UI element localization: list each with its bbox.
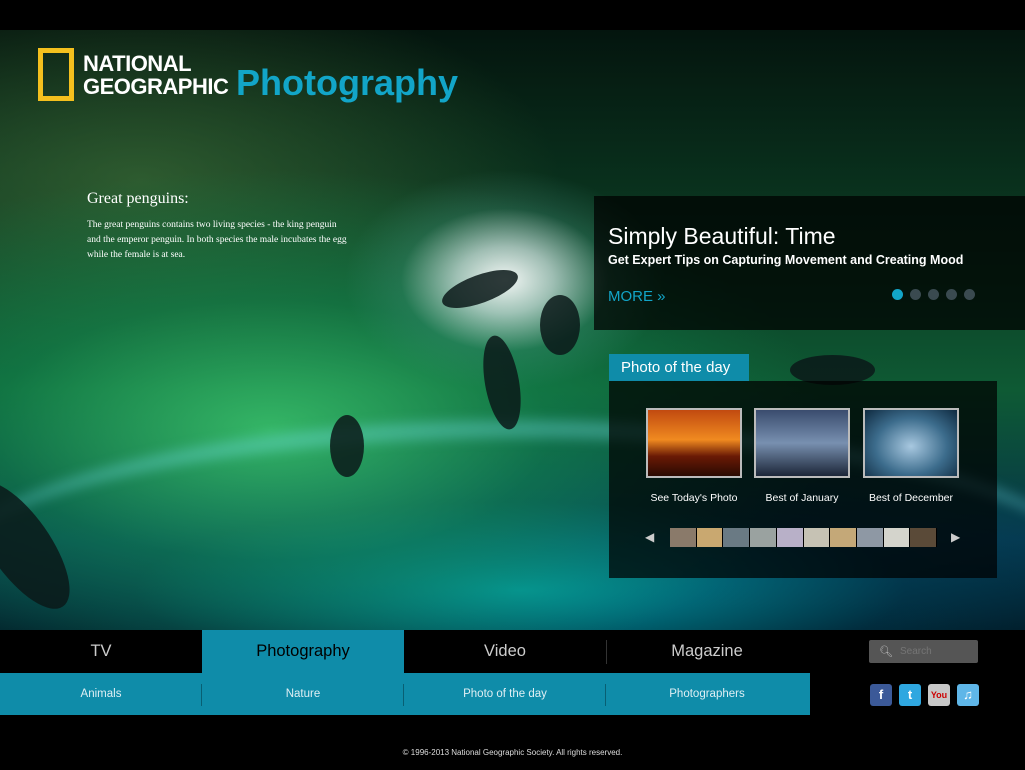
logo-line2: GEOGRAPHIC [83,73,229,99]
penguin [540,295,580,355]
strip-thumb[interactable] [883,528,911,547]
search-box[interactable]: 🔍︎ [869,640,982,663]
main-nav: TV Photography Video Magazine [0,630,810,673]
nav-item-photography[interactable]: Photography [202,630,404,673]
feature-panel: Simply Beautiful: Time Get Expert Tips o… [594,196,1025,330]
nav-item-tv[interactable]: TV [0,630,202,673]
strip-thumb[interactable] [830,528,857,547]
nav-item-video[interactable]: Video [404,630,607,673]
subnav-label: Nature [285,688,321,700]
thumbnail-today[interactable] [646,408,742,478]
subnav-label: Photographers [669,688,745,700]
penguin [477,332,527,433]
top-bar [0,0,1025,30]
carousel-dot[interactable] [910,289,921,300]
nav-item-magazine[interactable]: Magazine [606,630,808,673]
carousel-dot[interactable] [892,289,903,300]
search-icon: 🔍︎ [879,646,893,658]
facebook-icon[interactable]: f [870,684,892,706]
photo-caption: Great penguins: The great penguins conta… [87,190,347,263]
sub-nav: Animals Nature Photo of the day Photogra… [0,673,810,715]
subnav-item-photo-of-the-day[interactable]: Photo of the day [404,673,606,715]
nav-label: Photography [256,642,350,660]
thumbnail-strip[interactable] [670,528,938,547]
carousel-dot[interactable] [964,289,975,300]
copyright: © 1996-2013 National Geographic Society.… [402,748,623,757]
strip-thumb[interactable] [803,528,831,547]
prev-arrow-icon[interactable]: ◀ [645,530,654,544]
strip-thumb[interactable] [723,528,751,547]
strip-thumb[interactable] [910,528,938,547]
strip-thumb[interactable] [750,528,777,547]
more-link[interactable]: MORE » [608,288,666,305]
search-input[interactable] [897,645,982,658]
photo-of-day-panel: See Today's Photo Best of January Best o… [609,381,997,578]
penguin [437,262,523,316]
twitter-icon[interactable]: t [899,684,921,706]
penguin [330,415,364,477]
subnav-item-photographers[interactable]: Photographers [606,673,808,715]
carousel-dot[interactable] [946,289,957,300]
thumbnail-label[interactable]: Best of January [743,492,861,504]
photo-of-day-tab[interactable]: Photo of the day [609,354,749,381]
itunes-icon[interactable]: ♫ [957,684,979,706]
strip-thumb[interactable] [670,528,697,547]
natgeo-logo[interactable]: NATIONAL GEOGRAPHIC [38,48,229,101]
section-title: Photography [236,62,458,103]
caption-title: Great penguins: [87,190,189,207]
strip-thumb[interactable] [856,528,884,547]
strip-thumb[interactable] [776,528,804,547]
subnav-label: Photo of the day [463,688,547,700]
subnav-label: Animals [80,688,122,700]
subnav-item-animals[interactable]: Animals [0,673,202,715]
thumbnail-label[interactable]: Best of December [852,492,970,504]
carousel-dots [892,289,975,300]
feature-subtitle: Get Expert Tips on Capturing Movement an… [608,253,964,267]
nav-label: TV [90,642,112,660]
youtube-icon[interactable]: You [928,684,950,706]
thumbnail-january[interactable] [754,408,850,478]
next-arrow-icon[interactable]: ▶ [951,530,960,544]
nav-label: Magazine [671,642,743,660]
thumbnail-label[interactable]: See Today's Photo [635,492,753,504]
social-links: f t You ♫ [870,684,979,706]
subnav-item-nature[interactable]: Nature [202,673,404,715]
nav-utility: 🔍︎ f t You ♫ [810,630,1025,715]
carousel-dot[interactable] [928,289,939,300]
strip-thumb[interactable] [696,528,724,547]
yellow-frame-icon [38,48,74,101]
logo-line1: NATIONAL [83,50,192,76]
caption-body: The great penguins contains two living s… [87,220,347,260]
nav-label: Video [484,642,526,660]
thumbnail-december[interactable] [863,408,959,478]
feature-title[interactable]: Simply Beautiful: Time [608,223,836,250]
